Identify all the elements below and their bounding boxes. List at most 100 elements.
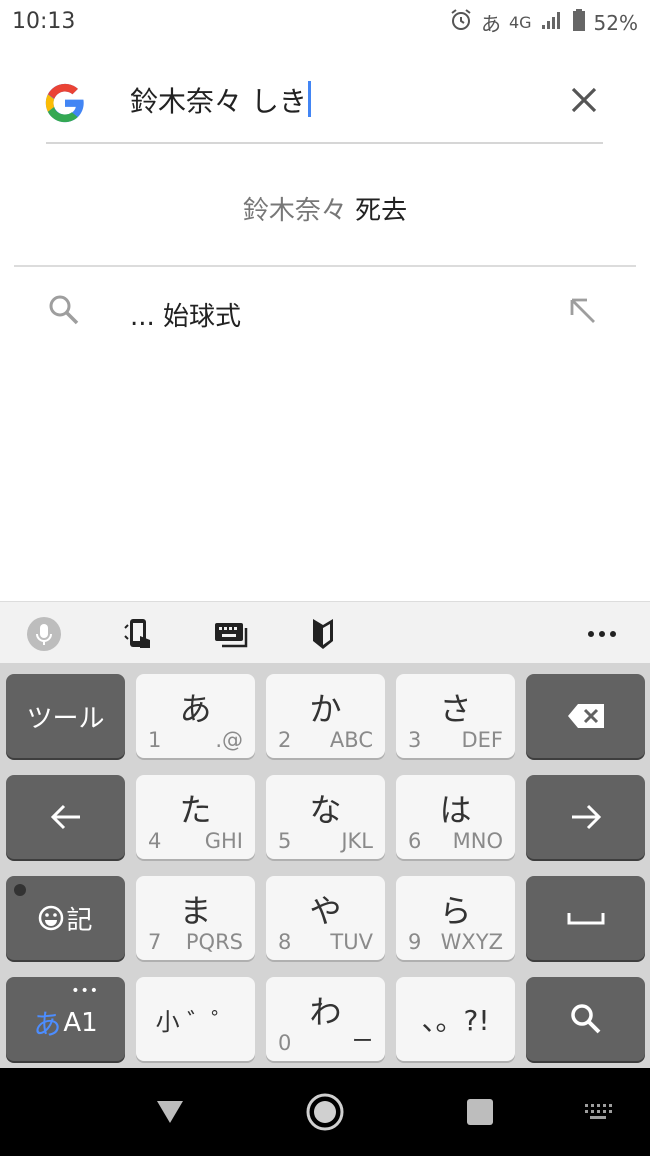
key-backspace[interactable] [526,674,645,758]
key-num-label: 1 [148,728,162,752]
google-logo-icon [42,80,88,126]
key-sa[interactable]: さ 3 DEF [396,674,515,758]
key-ha[interactable]: は 6 MNO [396,775,515,859]
search-query-text: 鈴木奈々 しき [130,85,307,118]
key-alpha-label: .@ [215,728,243,752]
beginner-mark-icon[interactable] [305,616,341,652]
status-bar: 10:13 あ 4G 52% [0,0,650,46]
key-num-label: 4 [148,829,162,853]
key-main-label: さ [439,690,472,728]
key-main-label: か [309,690,342,728]
key-alpha-label: JKL [341,829,373,853]
input-mode-kana: あ [33,1008,62,1041]
back-triangle-icon [157,1101,183,1123]
key-num-label: 5 [278,829,292,853]
signal-icon [540,9,564,36]
suggestion-chip[interactable]: 鈴木奈々 死去 [0,190,650,227]
key-small-dakuten[interactable]: 小 ゛゜ [136,977,255,1061]
search-icon [526,977,645,1061]
search-icon [46,292,82,328]
key-main-label: あ [179,690,212,728]
search-underline [46,142,603,144]
key-ta[interactable]: た 4 GHI [136,775,255,859]
home-button[interactable] [305,1092,345,1132]
key-wa[interactable]: わ 0 ー [266,977,385,1061]
key-main-label: は [439,791,472,829]
key-num-label: 6 [408,829,422,853]
key-tools-label: ツール [26,703,105,734]
key-num-label: 2 [278,728,292,752]
key-a[interactable]: あ 1 .@ [136,674,255,758]
recents-button[interactable] [460,1092,500,1132]
keyboard: ツール あ 1 .@ か 2 ABC さ 3 DEF た 4 GHI な 5 J… [0,663,650,1068]
key-num-label: 9 [408,930,422,954]
space-icon [526,876,645,960]
key-punctuation-label: 、。?! [421,1004,490,1037]
key-main-label: や [309,892,342,930]
key-input-mode[interactable]: ••• あ A1 [6,977,125,1061]
key-small-dakuten-label: 小 ゛゜ [155,1007,236,1036]
suggestion-chip-completion: 死去 [355,196,408,226]
key-ya[interactable]: や 8 TUV [266,876,385,960]
key-alpha-label: MNO [452,829,503,853]
input-mode-alpha: A1 [63,1008,98,1038]
key-alpha-label: ABC [329,728,373,752]
key-num-label: 0 [278,1031,292,1055]
ime-indicator: あ [480,12,501,36]
home-circle-icon [306,1093,344,1131]
key-left[interactable] [6,775,125,859]
key-num-label: 7 [148,930,162,954]
key-num-label: 3 [408,728,422,752]
keyboard-hide-button[interactable] [578,1092,618,1132]
status-time: 10:13 [12,9,76,34]
search-input[interactable]: 鈴木奈々 しき [130,80,311,120]
more-icon[interactable] [584,616,620,652]
key-search[interactable] [526,977,645,1061]
key-right[interactable] [526,775,645,859]
arrow-left-icon [6,775,125,859]
suggestion-text: ... 始球式 [130,302,242,332]
one-hand-mode-icon[interactable] [122,616,158,652]
recents-square-icon [467,1099,493,1125]
text-caret [307,81,311,117]
key-punctuation[interactable]: 、。?! [396,977,515,1061]
arrow-right-icon [526,775,645,859]
microphone-icon[interactable] [26,616,62,652]
emoji-symbol-icon [39,905,64,931]
key-main-label: な [309,791,342,829]
key-emoji-symbol[interactable]: 記 [6,876,125,960]
keyboard-toolbar [0,601,650,663]
status-icons: あ 4G 52% [449,8,638,37]
key-alpha-label: GHI [204,829,243,853]
key-space[interactable] [526,876,645,960]
key-ra[interactable]: ら 9 WXYZ [396,876,515,960]
key-main-label: ま [179,892,212,930]
key-num-label: 8 [278,930,292,954]
network-type: 4G [508,13,532,32]
navigation-bar [0,1068,650,1156]
clear-button[interactable] [566,82,602,118]
key-ma[interactable]: ま 7 PQRS [136,876,255,960]
alarm-icon [449,8,473,37]
search-bar: 鈴木奈々 しき [0,46,650,146]
key-main-label: た [179,791,212,829]
suggestion-row[interactable]: ... 始球式 [0,272,650,352]
battery-level: 52% [593,10,638,35]
backspace-icon [526,674,645,758]
key-alpha-label: WXYZ [440,930,503,954]
input-mode-icon: あ A1 [6,977,125,1061]
key-ka[interactable]: か 2 ABC [266,674,385,758]
key-alpha-label: ー [352,1029,373,1053]
key-alpha-label: DEF [461,728,503,752]
key-na[interactable]: な 5 JKL [266,775,385,859]
key-tools[interactable]: ツール [6,674,125,758]
key-alpha-label: TUV [330,930,373,954]
divider [14,265,636,267]
back-button[interactable] [150,1092,190,1132]
close-icon [571,87,597,113]
key-main-label: ら [439,892,472,930]
fill-query-arrow-icon[interactable] [566,294,602,330]
key-symbol-label: 記 [66,905,93,936]
keyboard-switch-icon[interactable] [214,616,250,652]
suggestion-chip-prefix: 鈴木奈々 [242,196,347,226]
